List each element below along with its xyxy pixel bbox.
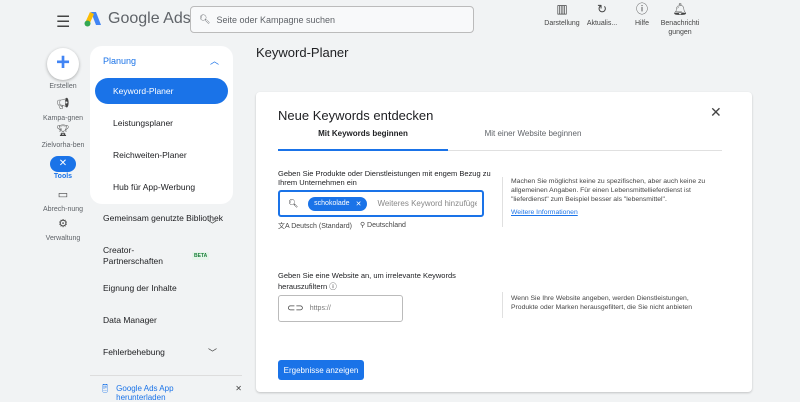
notifications-button[interactable]: 🔔︎ Benachrichti gungen [655,2,705,37]
megaphone-icon: 📢︎ [56,98,70,110]
chevron-up-icon[interactable]: ︿ [210,54,219,67]
tab-keywords[interactable]: Mit Keywords beginnen [278,129,448,138]
chevron-down-icon[interactable]: ﹀ [208,218,217,231]
help-icon[interactable]: ⓘ [329,282,337,291]
chip-label: schokolade [314,199,350,207]
translate-icon: 文A [278,223,292,230]
nav-item-content-suitability[interactable]: Eignung der Inhalte [103,283,223,294]
nav-item-creator[interactable]: Creator-Partnerschaften [103,245,183,267]
card-title: Neue Keywords entdecken [278,108,434,123]
create-label: Erstellen [49,83,77,90]
keyword-help: Machen Sie möglichst keine zu spezifisch… [502,177,712,227]
language-selector[interactable]: 文A Deutsch (Standard) [278,221,352,231]
more-info-link[interactable]: Weitere Informationen [511,208,712,217]
rail-item-tools[interactable]: ✕ Tools [40,156,86,181]
label: Darstellung [544,20,580,27]
nav-item-data-manager[interactable]: Data Manager [103,315,223,326]
keyword-placeholder: Weiteres Keyword hinzufügen [377,199,478,208]
location: Deutschland [367,222,406,229]
download-link[interactable]: Google Ads App herunterladen [116,384,221,402]
page-title: Keyword-Planer [256,45,349,60]
label: Kampa-gnen [42,115,84,122]
planning-menu: Planung ︿ Keyword-Planer Leistungsplaner… [90,46,233,204]
rail-item-campaigns[interactable]: 📢︎ Kampa-gnen [40,98,86,123]
show-results-button[interactable]: Ergebnisse anzeigen [278,360,364,380]
keyword-chip[interactable]: schokolade ✕ [308,196,368,211]
phone-icon: 📱︎ [100,384,111,393]
search-input[interactable]: 🔍︎ Seite oder Kampagne suchen [190,6,474,33]
nav-rail: + Erstellen 📢︎ Kampa-gnen 🏆︎ Zielvorha-ben … [40,48,86,243]
label: Verwaltung [45,235,81,242]
bell-icon: 🔔︎ [672,2,688,16]
targeting: 文A Deutsch (Standard) ⚲ Deutschland [278,221,406,231]
keyword-input[interactable]: 🔍︎ schokolade ✕ Weiteres Keyword hinzufüg… [278,190,484,217]
google-ads-logo-icon [84,12,101,27]
close-icon[interactable]: ✕ [710,104,722,121]
download-app-banner[interactable]: 📱︎ Google Ads App herunterladen ✕ [90,375,242,402]
nav-item-reach-planner[interactable]: Reichweiten-Planer [95,142,228,168]
help-text: Machen Sie möglichst keine zu spezifisch… [511,178,706,203]
location-pin-icon: ⚲ [359,222,368,229]
rail-item-billing[interactable]: ▭ Abrech-nung [40,189,86,214]
label: Tools [53,173,73,180]
trophy-icon: 🏆︎ [56,125,70,137]
gear-icon: ⚙ [58,218,68,230]
website-label: Geben Sie eine Website an, um irrelevant… [278,270,498,292]
label: Zielvorha-ben [41,142,85,149]
website-help: Wenn Sie Ihre Website angeben, werden Di… [502,292,712,318]
label: Benachrichti gungen [660,20,700,36]
beta-badge: BETA [192,252,210,260]
search-placeholder: Seite oder Kampagne suchen [216,14,336,25]
website-input[interactable]: ⊂⊃ https:// [278,295,403,322]
logo[interactable]: Google Ads [84,10,191,28]
search-icon: 🔍︎ [199,14,211,24]
tab-website[interactable]: Mit einer Website beginnen [448,129,618,138]
close-icon[interactable]: ✕ [235,384,242,402]
section-planning[interactable]: Planung [103,56,136,66]
chevron-down-icon[interactable]: ﹀ [208,346,217,359]
url-placeholder: https:// [309,305,331,312]
create-button[interactable]: + Erstellen [40,48,86,90]
label: Aktualis... [586,20,618,27]
rail-item-admin[interactable]: ⚙ Verwaltung [40,218,86,243]
location-selector[interactable]: ⚲ Deutschland [360,221,406,231]
label: Abrech-nung [42,206,84,213]
keyword-label: Geben Sie Produkte oder Dienstleistungen… [278,169,491,187]
nav-item-troubleshooting[interactable]: Fehlerbehebung [103,347,223,358]
plus-icon: + [47,48,79,80]
keyword-discovery-card: Neue Keywords entdecken ✕ Mit Keywords b… [256,92,752,392]
rail-item-goals[interactable]: 🏆︎ Zielvorha-ben [40,125,86,150]
app-name: Google Ads [108,10,191,27]
nav-item-app-hub[interactable]: Hub für App-Werbung [95,174,228,200]
language: Deutsch (Standard) [291,223,352,230]
menu-icon[interactable]: ☰ [56,12,70,32]
tab-indicator [278,149,448,151]
nav-item-performance-planner[interactable]: Leistungsplaner [95,110,228,136]
link-icon: ⊂⊃ [287,303,304,314]
label: Geben Sie eine Website an, um irrelevant… [278,271,456,291]
tools-icon: ✕ [50,156,76,172]
close-icon[interactable]: ✕ [356,200,362,208]
nav-item-shared-library[interactable]: Gemeinsam genutzte Bibliothek [103,213,223,224]
search-icon: 🔍︎ [288,199,299,208]
credit-card-icon: ▭ [57,189,69,201]
nav-item-keyword-planner[interactable]: Keyword-Planer [95,78,228,104]
label: Hilfe [634,20,649,27]
top-bar: ☰ Google Ads 🔍︎ Seite oder Kampagne suche… [0,0,800,40]
